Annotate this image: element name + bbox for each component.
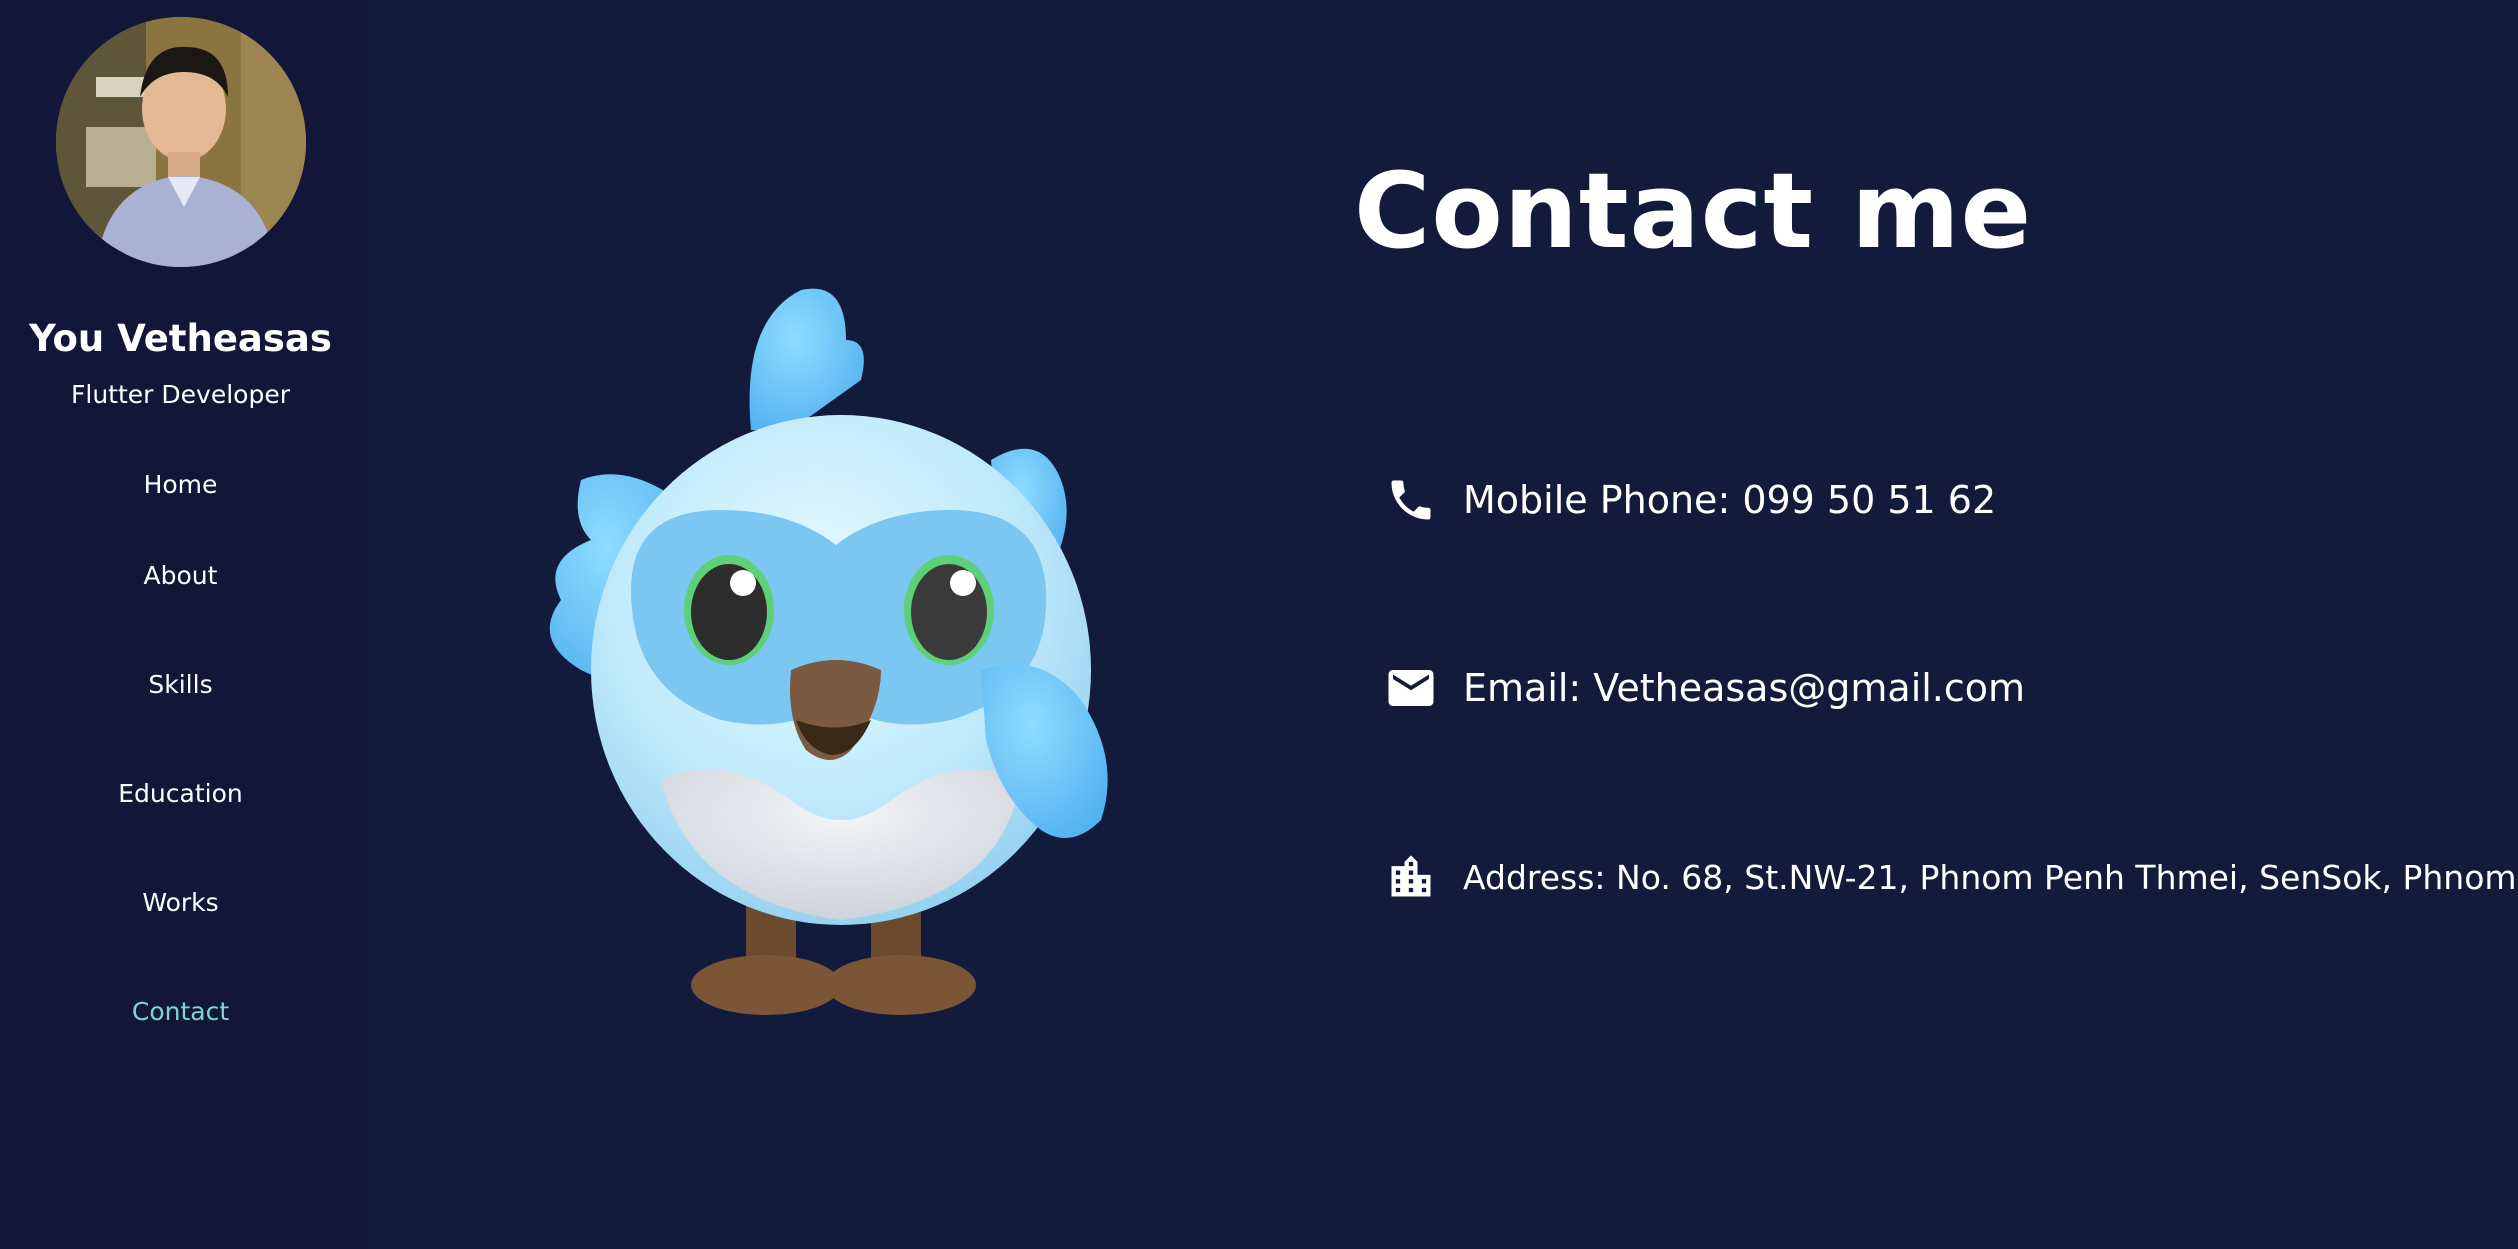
nav-item-contact[interactable]: Contact — [132, 957, 229, 1066]
app-window: You Vetheasas Flutter Developer Home Abo… — [0, 0, 2518, 1249]
contact-phone: Mobile Phone: 099 50 51 62 — [1381, 470, 1996, 530]
phone-icon — [1381, 470, 1441, 530]
nav-item-works[interactable]: Works — [142, 848, 218, 957]
nav-menu: Home About Skills Education Works Contac… — [118, 449, 242, 1066]
mail-icon — [1381, 658, 1441, 718]
nav-item-about[interactable]: About — [144, 521, 218, 630]
main-content: Contact me Mobile Phone: 099 50 51 62 Em… — [361, 0, 2518, 1249]
bird-mascot-illustration — [549, 288, 1108, 1015]
avatar-photo — [55, 17, 306, 267]
phone-text: Mobile Phone: 099 50 51 62 — [1463, 478, 1997, 522]
nav-item-education[interactable]: Education — [118, 739, 242, 848]
sidebar: You Vetheasas Flutter Developer Home Abo… — [0, 0, 361, 1249]
page-title: Contact me — [1354, 150, 2033, 272]
building-icon — [1381, 847, 1441, 907]
nav-item-home[interactable]: Home — [144, 449, 218, 521]
profile-name: You Vetheasas — [29, 317, 332, 360]
email-link[interactable]: Email: Vetheasas@gmail.com — [1463, 666, 2025, 710]
contact-email: Email: Vetheasas@gmail.com — [1381, 658, 2025, 718]
address-text: Address: No. 68, St.NW-21, Phnom Penh Th… — [1463, 857, 2518, 897]
profile-role: Flutter Developer — [71, 380, 290, 409]
avatar — [55, 17, 306, 267]
nav-item-skills[interactable]: Skills — [148, 630, 212, 739]
contact-address: Address: No. 68, St.NW-21, Phnom Penh Th… — [1381, 847, 2518, 907]
